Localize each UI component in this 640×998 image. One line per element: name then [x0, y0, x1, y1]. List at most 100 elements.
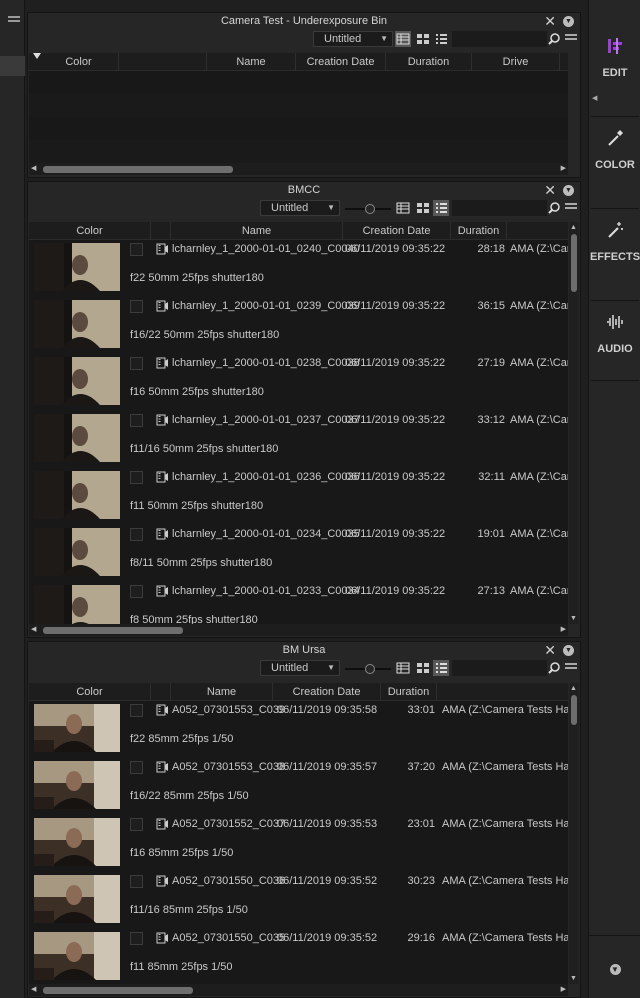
column-color[interactable]: Color	[39, 53, 119, 71]
search-icon[interactable]	[547, 201, 561, 215]
clip-color-swatch[interactable]	[130, 761, 143, 774]
column-drive[interactable]	[437, 683, 568, 701]
column-blank[interactable]	[151, 683, 171, 701]
scroll-left-icon[interactable]: ◀	[31, 625, 36, 633]
bin-view-select[interactable]: Untitled ▼	[260, 200, 340, 216]
clip-row[interactable]: A052_07301550_C035 06/11/2019 09:35:52 29:…	[29, 929, 568, 984]
clip-thumbnail[interactable]	[34, 704, 120, 752]
scroll-right-icon[interactable]: ▶	[561, 625, 566, 633]
clip-thumbnail[interactable]	[34, 471, 120, 519]
scroll-thumb[interactable]	[43, 987, 193, 994]
column-name[interactable]: Name	[207, 53, 296, 71]
list-view-icon[interactable]	[395, 200, 411, 216]
frame-size-slider-knob[interactable]	[365, 664, 375, 674]
clip-row[interactable]: lcharnley_1_2000-01-01_0238_C0038 06/11/2…	[29, 354, 568, 410]
clip-color-swatch[interactable]	[130, 357, 143, 370]
clip-row[interactable]: lcharnley_1_2000-01-01_0237_C0037 06/11/2…	[29, 411, 568, 467]
clip-color-swatch[interactable]	[130, 932, 143, 945]
clip-color-swatch[interactable]	[130, 704, 143, 717]
script-view-icon[interactable]	[433, 660, 449, 676]
clip-thumbnail[interactable]	[34, 528, 120, 576]
clip-thumbnail[interactable]	[34, 932, 120, 980]
clip-color-swatch[interactable]	[130, 875, 143, 888]
clip-row[interactable]: lcharnley_1_2000-01-01_0233_C0034 06/11/2…	[29, 582, 568, 624]
workspace-color[interactable]: COLOR	[589, 128, 640, 171]
panel-menu-icon[interactable]: ▼	[563, 16, 574, 27]
clip-row[interactable]: A052_07301550_C036 06/11/2019 09:35:52 30:…	[29, 872, 568, 928]
bin-view-select[interactable]: Untitled ▼	[313, 31, 393, 47]
close-icon[interactable]: ✕	[544, 642, 556, 659]
script-view-icon[interactable]	[433, 200, 449, 216]
frame-size-slider-knob[interactable]	[365, 204, 375, 214]
clip-row[interactable]: lcharnley_1_2000-01-01_0239_C0039 06/11/2…	[29, 297, 568, 353]
bin-menu-icon[interactable]	[565, 34, 577, 42]
scroll-right-icon[interactable]: ▶	[561, 164, 566, 172]
scroll-thumb[interactable]	[571, 695, 577, 725]
scroll-thumb[interactable]	[43, 627, 183, 634]
workspace-edit[interactable]: EDIT	[589, 36, 640, 79]
bin-menu-icon[interactable]	[565, 203, 577, 211]
left-panel-selected-item[interactable]	[0, 56, 25, 76]
scroll-up-icon[interactable]: ▲	[570, 224, 577, 231]
bin-search-input[interactable]	[452, 200, 547, 216]
bin-search-input[interactable]	[452, 660, 547, 676]
column-creation-date[interactable]: Creation Date	[296, 53, 386, 71]
workspace-effects[interactable]: EFFECTS	[589, 220, 640, 263]
workspace-audio[interactable]: AUDIO	[589, 312, 640, 355]
clip-color-swatch[interactable]	[130, 818, 143, 831]
bin-menu-icon[interactable]	[565, 663, 577, 671]
clip-thumbnail[interactable]	[34, 761, 120, 809]
column-name[interactable]: Name	[171, 683, 273, 701]
collapse-caret-icon[interactable]: ◀	[592, 94, 597, 102]
hamburger-menu-icon[interactable]	[8, 16, 20, 24]
scroll-down-icon[interactable]: ▼	[570, 975, 577, 982]
search-icon[interactable]	[547, 661, 561, 675]
vertical-scrollbar[interactable]: ▲ ▼	[569, 222, 579, 624]
column-duration[interactable]: Duration	[386, 53, 472, 71]
clip-thumbnail[interactable]	[34, 243, 120, 291]
search-icon[interactable]	[547, 32, 561, 46]
horizontal-scrollbar[interactable]: ◀ ▶	[29, 984, 568, 996]
list-view-icon[interactable]	[395, 660, 411, 676]
grid-view-icon[interactable]	[415, 660, 431, 676]
script-view-icon[interactable]	[433, 31, 449, 47]
panel-menu-icon[interactable]: ▼	[563, 645, 574, 656]
clip-color-swatch[interactable]	[130, 300, 143, 313]
column-color[interactable]: Color	[29, 222, 151, 240]
scroll-left-icon[interactable]: ◀	[31, 985, 36, 993]
list-view-icon[interactable]	[395, 31, 411, 47]
horizontal-scrollbar[interactable]: ◀ ▶	[29, 163, 568, 175]
clip-row[interactable]: A052_07301552_C037 06/11/2019 09:35:53 23:…	[29, 815, 568, 871]
scroll-right-icon[interactable]: ▶	[561, 985, 566, 993]
clip-color-swatch[interactable]	[130, 243, 143, 256]
clip-thumbnail[interactable]	[34, 818, 120, 866]
column-name[interactable]: Name	[171, 222, 343, 240]
column-drive[interactable]: Drive	[472, 53, 560, 71]
clip-thumbnail[interactable]	[34, 875, 120, 923]
scroll-left-icon[interactable]: ◀	[31, 164, 36, 172]
scroll-thumb[interactable]	[43, 166, 233, 173]
sidebar-menu-icon[interactable]: ▼	[609, 964, 621, 975]
scroll-down-icon[interactable]: ▼	[570, 615, 577, 622]
scroll-up-icon[interactable]: ▲	[570, 685, 577, 692]
column-drive[interactable]	[507, 222, 568, 240]
horizontal-scrollbar[interactable]: ◀ ▶	[29, 624, 568, 636]
clip-color-swatch[interactable]	[130, 414, 143, 427]
clip-thumbnail[interactable]	[34, 300, 120, 348]
column-blank[interactable]	[119, 53, 207, 71]
clip-row[interactable]: lcharnley_1_2000-01-01_0240_C0040 06/11/2…	[29, 240, 568, 296]
clip-thumbnail[interactable]	[34, 414, 120, 462]
column-creation-date[interactable]: Creation Date	[343, 222, 451, 240]
vertical-scrollbar[interactable]: ▲ ▼	[569, 683, 579, 984]
column-duration[interactable]: Duration	[381, 683, 437, 701]
clip-color-swatch[interactable]	[130, 585, 143, 598]
column-blank[interactable]	[151, 222, 171, 240]
clip-row[interactable]: lcharnley_1_2000-01-01_0236_C0036 06/11/2…	[29, 468, 568, 524]
clip-row[interactable]: lcharnley_1_2000-01-01_0234_C0035 06/11/2…	[29, 525, 568, 581]
bin-search-input[interactable]	[452, 31, 547, 47]
column-color[interactable]: Color	[29, 683, 151, 701]
clip-thumbnail[interactable]	[34, 585, 120, 624]
clip-thumbnail[interactable]	[34, 357, 120, 405]
grid-view-icon[interactable]	[415, 31, 431, 47]
clip-row[interactable]: A052_07301553_C038 06/11/2019 09:35:57 37:…	[29, 758, 568, 814]
